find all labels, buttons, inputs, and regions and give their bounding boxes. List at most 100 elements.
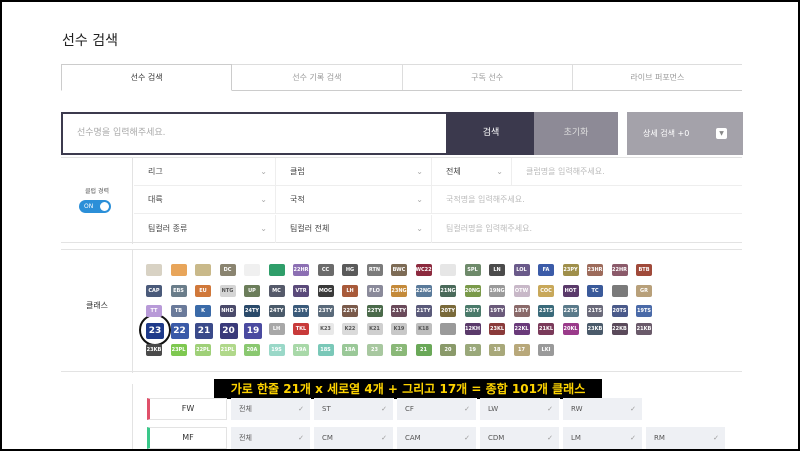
club-career-toggle[interactable]: ON [79, 200, 111, 213]
position-chip[interactable]: CDM ✓ [480, 427, 560, 449]
class-badge[interactable]: 23PY [562, 264, 579, 276]
class-badge[interactable]: BTB [636, 264, 652, 276]
class-badge[interactable]: UP [244, 285, 260, 297]
class-badge[interactable]: 18A [342, 344, 358, 356]
class-badge[interactable]: 20TY [440, 305, 456, 317]
position-chip[interactable]: 전체 ✓ [231, 427, 311, 449]
class-badge[interactable]: 23TY [317, 305, 334, 317]
class-badge[interactable]: 21TY [391, 305, 407, 317]
continent-select[interactable]: 대륙 ⌄ [134, 186, 276, 214]
position-chip[interactable]: ST ✓ [314, 398, 394, 420]
class-badge[interactable]: HG [342, 264, 358, 276]
class-badge[interactable] [440, 264, 456, 276]
class-badge[interactable] [611, 285, 628, 297]
class-badge[interactable]: FLO [366, 285, 383, 297]
league-select[interactable]: 리그 ⌄ [134, 158, 276, 186]
class-badge[interactable]: K19 [391, 323, 407, 335]
class-badge[interactable]: 20A [244, 344, 260, 356]
position-chip[interactable]: RW ✓ [563, 398, 643, 420]
class-badge[interactable]: K18 [415, 323, 432, 335]
nation-name-input[interactable]: 국적명을 입력해주세요. [432, 186, 742, 214]
class-badge[interactable]: OTW [513, 285, 530, 297]
search-button[interactable]: 검색 [448, 112, 534, 155]
class-badge[interactable]: 22 [170, 323, 189, 339]
class-badge[interactable] [268, 264, 285, 276]
tab-live-performance[interactable]: 라이브 퍼포먼스 [572, 64, 742, 90]
class-badge[interactable]: NTG [219, 285, 236, 297]
class-badge[interactable]: 20TS [611, 305, 628, 317]
class-badge[interactable]: 23KB [587, 323, 603, 335]
class-badge[interactable]: LN [489, 264, 505, 276]
position-chip[interactable]: LM ✓ [563, 427, 643, 449]
class-badge[interactable]: DC [219, 264, 236, 276]
class-badge[interactable]: LKI [538, 344, 554, 356]
position-chip[interactable]: CM ✓ [314, 427, 394, 449]
class-badge[interactable]: 18S [317, 344, 334, 356]
class-badge[interactable]: EBS [170, 285, 187, 297]
club-select[interactable]: 클럽 ⌄ [276, 158, 432, 186]
class-badge[interactable]: TKL [293, 323, 309, 335]
class-badge[interactable] [244, 264, 260, 276]
class-badge[interactable]: MC [268, 285, 285, 297]
class-badge[interactable]: EU [195, 285, 211, 297]
position-chip[interactable]: LW ✓ [480, 398, 560, 420]
class-badge[interactable] [195, 264, 211, 276]
class-badge[interactable]: 23TY [293, 305, 309, 317]
tab-subscribed-players[interactable]: 구독 선수 [402, 64, 573, 90]
class-badge[interactable]: 19TS [636, 305, 652, 317]
class-badge[interactable]: 22TS [562, 305, 579, 317]
class-badge[interactable]: 19S [268, 344, 285, 356]
detail-search-button[interactable]: 상세 검색 +0 ▼ [627, 112, 743, 155]
class-badge[interactable]: 22PL [195, 344, 211, 356]
class-badge[interactable]: SPL [464, 264, 481, 276]
class-badge[interactable]: 19TY [489, 305, 505, 317]
class-badge[interactable]: COC [538, 285, 554, 297]
class-badge[interactable]: 21TS [587, 305, 603, 317]
class-badge[interactable]: 23 [366, 344, 383, 356]
class-badge[interactable]: NHD [219, 305, 236, 317]
class-badge[interactable]: K21 [366, 323, 383, 335]
position-chip[interactable]: CAM ✓ [397, 427, 477, 449]
class-badge[interactable]: K [195, 305, 211, 317]
class-badge[interactable]: 23HR [587, 264, 603, 276]
class-badge[interactable]: 19NG [489, 285, 505, 297]
class-badge[interactable]: HOT [562, 285, 579, 297]
class-badge[interactable]: 23NG [391, 285, 407, 297]
nationality-select[interactable]: 국적 ⌄ [276, 186, 432, 214]
class-badge[interactable]: 23 [146, 323, 164, 339]
class-badge[interactable]: RTN [366, 264, 383, 276]
class-badge[interactable] [440, 323, 456, 335]
class-badge[interactable]: LH [342, 285, 358, 297]
club-scope-select[interactable]: 전체 ⌄ [432, 158, 512, 186]
class-badge[interactable]: 20 [219, 323, 238, 339]
position-chip[interactable]: CF ✓ [397, 398, 477, 420]
class-badge[interactable]: 23KL [489, 323, 505, 335]
class-badge[interactable]: 22HR [611, 264, 628, 276]
class-badge[interactable]: VTR [293, 285, 309, 297]
tab-player-record-search[interactable]: 선수 기록 검색 [232, 64, 403, 90]
class-badge[interactable]: 21KB [636, 323, 652, 335]
class-badge[interactable]: 17 [513, 344, 530, 356]
class-badge[interactable]: 21NG [440, 285, 456, 297]
tab-player-search[interactable]: 선수 검색 [61, 64, 233, 91]
class-badge[interactable]: K22 [342, 323, 358, 335]
class-badge[interactable]: 23TS [538, 305, 554, 317]
class-badge[interactable]: 24TY [268, 305, 285, 317]
class-badge[interactable] [170, 264, 187, 276]
reset-button[interactable]: 초기화 [534, 112, 618, 155]
class-badge[interactable]: 21KL [538, 323, 554, 335]
class-badge[interactable]: FA [538, 264, 554, 276]
position-chip[interactable]: RM ✓ [646, 427, 726, 449]
class-badge[interactable] [146, 264, 162, 276]
class-badge[interactable]: 19 [464, 344, 481, 356]
class-badge[interactable]: 20 [440, 344, 456, 356]
class-badge[interactable]: 21 [195, 323, 213, 339]
class-badge[interactable]: 22NG [415, 285, 432, 297]
class-badge[interactable]: GR [636, 285, 652, 297]
class-badge[interactable]: 21PL [219, 344, 236, 356]
class-badge[interactable]: 22KB [611, 323, 628, 335]
class-badge[interactable]: MOG [317, 285, 334, 297]
class-badge[interactable]: 19 [244, 323, 262, 339]
class-badge[interactable]: 24TY [244, 305, 260, 317]
teamcolor-type-select[interactable]: 팀컬러 종류 ⌄ [134, 215, 276, 243]
